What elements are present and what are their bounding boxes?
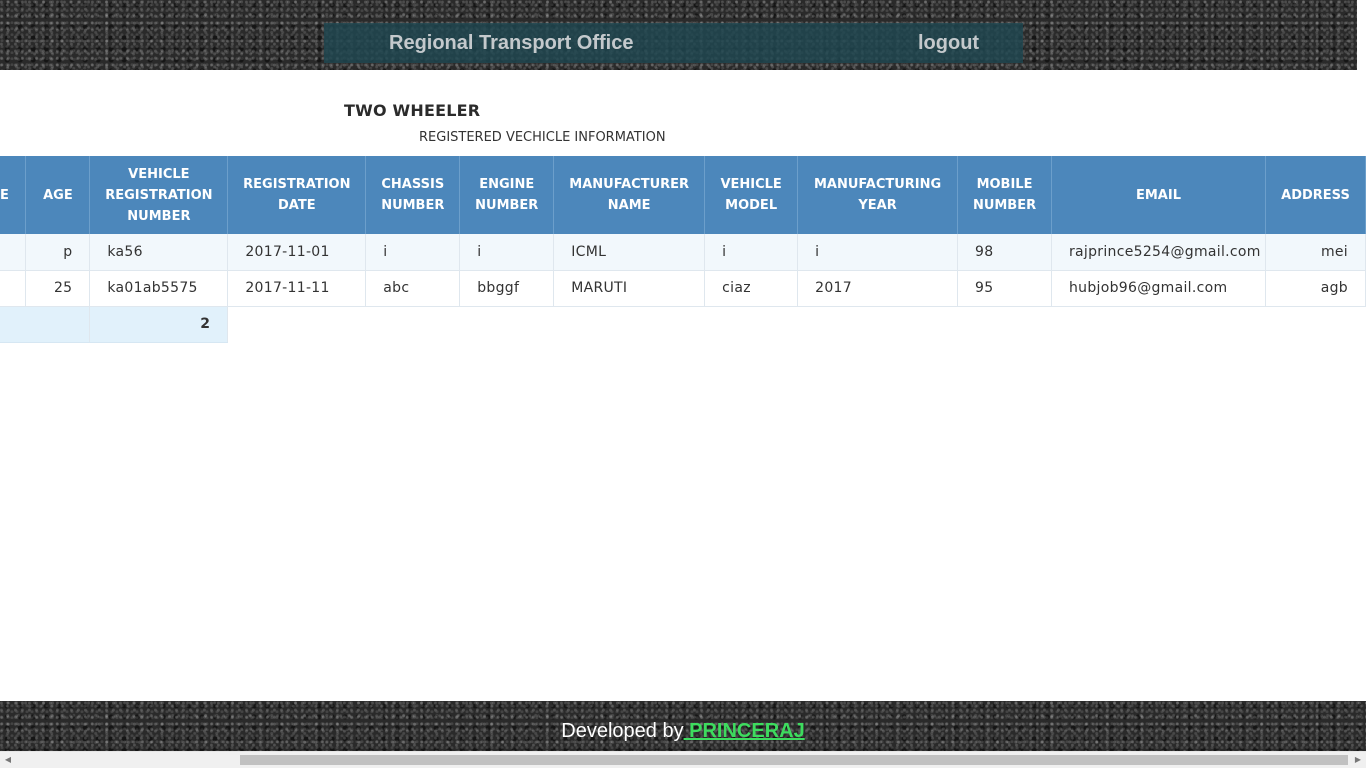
column-header-manufacturer-name[interactable]: MANUFACTURER NAME [553,156,706,234]
table-cell-registration-number: ka01ab5575 [89,270,229,307]
table-cell-registration-date: 2017-11-01 [227,234,367,271]
table-cell-partial [0,270,27,307]
table-cell-manufacturing-year: 2017 [797,270,959,307]
table-cell-age: p [25,234,91,271]
table-cell-manufacturer-name: MARUTI [553,270,706,307]
table-row[interactable]: p ka56 2017-11-01 i i ICML i i 98 rajpri… [0,234,1366,271]
table-cell-engine-number: i [459,234,555,271]
column-header-mobile-number[interactable]: MOBILE NUMBER [957,156,1052,234]
table-cell-registration-date: 2017-11-11 [227,270,367,307]
page-subtitle: REGISTERED VECHICLE INFORMATION [419,130,666,145]
table-header-row: E AGE VEHICLE REGISTRATION NUMBER REGIST… [0,156,1366,234]
table-cell-registration-number: ka56 [89,234,229,271]
column-header-age[interactable]: AGE [25,156,91,234]
table-cell-email: hubjob96@gmail.com [1051,270,1266,307]
site-header: Regional Transport Office logout [0,0,1357,70]
chevron-left-icon[interactable]: ◀ [0,752,16,768]
table-cell-manufacturing-year: i [797,234,959,271]
footer-credit: Developed by PRINCERAJ [0,720,1366,743]
horizontal-scrollbar[interactable]: ◀ ▶ [0,751,1366,768]
site-title: Regional Transport Office [389,32,634,54]
table-cell-mobile-number: 95 [957,270,1052,307]
table-cell-age: 25 [25,270,91,307]
table-cell-email: rajprince5254@gmail.com [1051,234,1266,271]
logout-link[interactable]: logout [918,32,979,55]
table-container: E AGE VEHICLE REGISTRATION NUMBER REGIST… [0,156,1366,346]
header-bar: Regional Transport Office logout [324,23,1023,63]
column-header-email[interactable]: EMAIL [1051,156,1266,234]
table-cell-manufacturer-name: ICML [553,234,706,271]
table-footer-row: 2 [0,306,1366,343]
column-header-address[interactable]: ADDRESS [1265,156,1366,234]
table-cell-partial [0,234,27,271]
table-cell-address: mei [1265,234,1366,271]
table-cell-chassis-number: i [365,234,461,271]
table-cell-address: agb [1265,270,1366,307]
row-count: 2 [89,306,229,343]
credit-text: Developed by [561,720,684,742]
column-header-chassis-number[interactable]: CHASSIS NUMBER [365,156,461,234]
table-cell-vehicle-model: i [704,234,799,271]
table-footer-blank [227,306,1366,342]
table-cell-engine-number: bbggf [459,270,555,307]
table-row[interactable]: 25 ka01ab5575 2017-11-11 abc bbggf MARUT… [0,270,1366,307]
table-cell-mobile-number: 98 [957,234,1052,271]
column-header-manufacturing-year[interactable]: MANUFACTURING YEAR [797,156,959,234]
chevron-right-icon[interactable]: ▶ [1350,752,1366,768]
column-header-registration-number[interactable]: VEHICLE REGISTRATION NUMBER [89,156,229,234]
column-header-partial[interactable]: E [0,156,27,234]
author-link[interactable]: PRINCERAJ [684,720,805,742]
vehicle-table: E AGE VEHICLE REGISTRATION NUMBER REGIST… [0,156,1366,343]
column-header-engine-number[interactable]: ENGINE NUMBER [459,156,555,234]
page-title: TWO WHEELER [344,101,481,120]
table-cell-chassis-number: abc [365,270,461,307]
table-footer-cell [0,306,91,343]
table-cell-vehicle-model: ciaz [704,270,799,307]
column-header-registration-date[interactable]: REGISTRATION DATE [227,156,367,234]
site-footer: Developed by PRINCERAJ [0,701,1366,751]
scrollbar-thumb[interactable] [240,755,1348,765]
column-header-vehicle-model[interactable]: VEHICLE MODEL [704,156,799,234]
